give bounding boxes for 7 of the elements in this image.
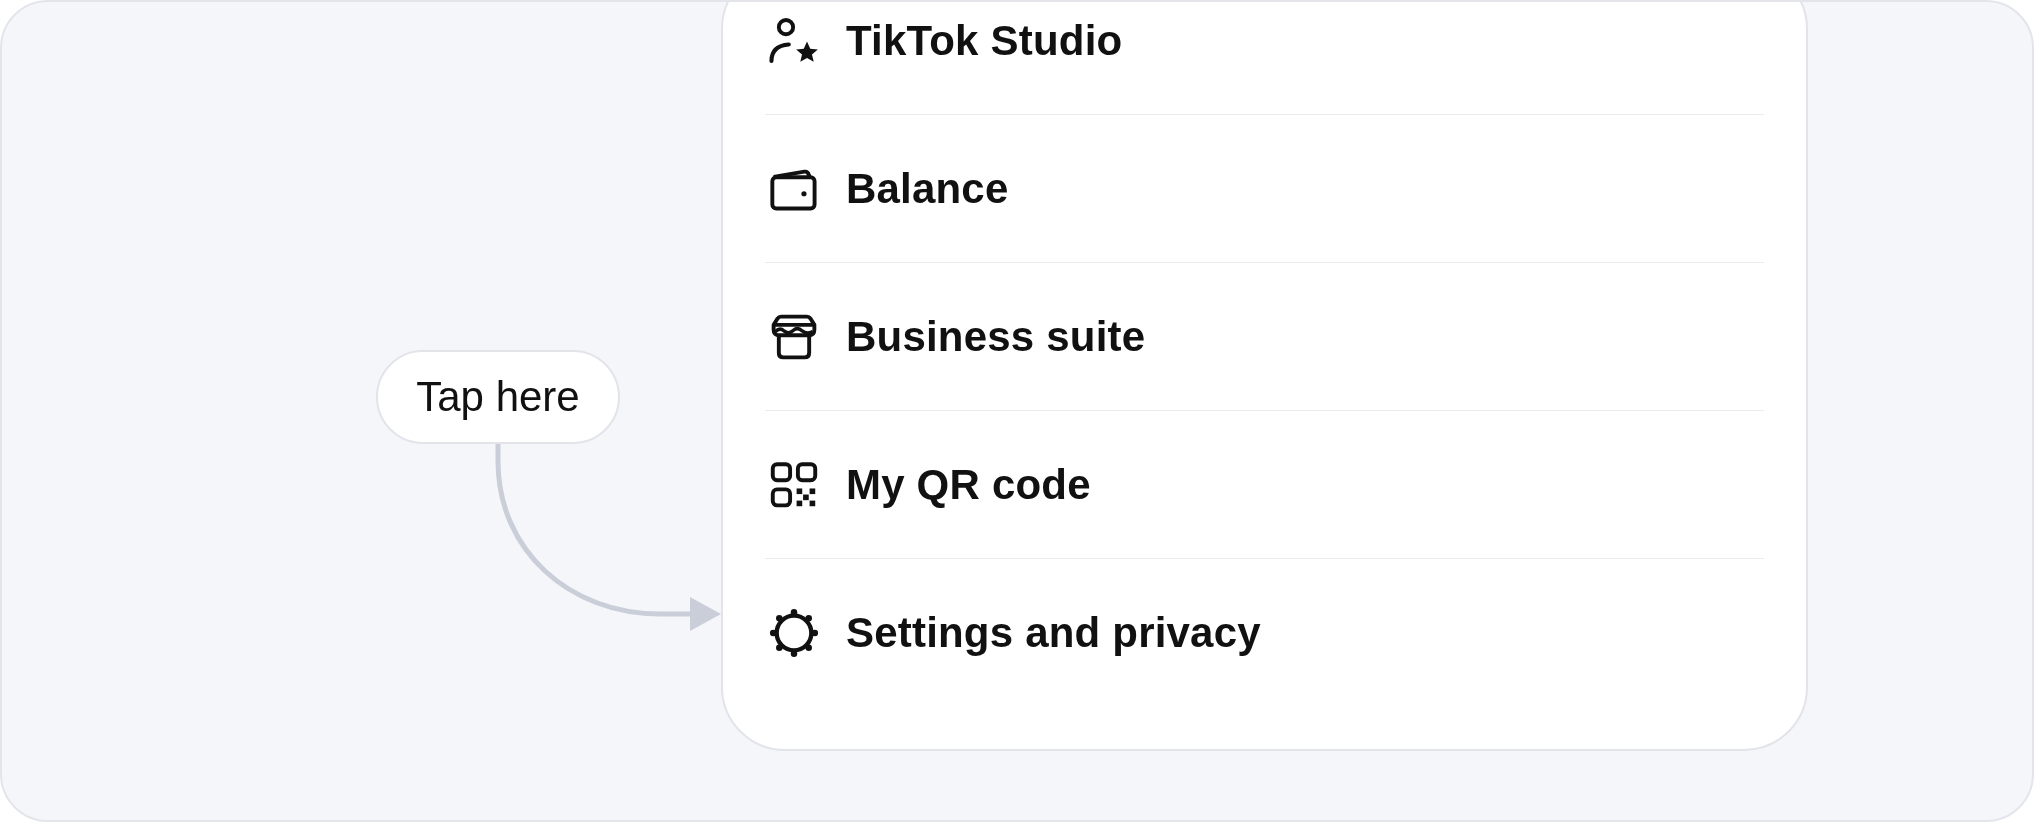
settings-icon: [767, 607, 821, 659]
menu-item[interactable]: TikTok Studio: [765, 2, 1764, 115]
menu-item[interactable]: Business suite: [765, 263, 1764, 411]
menu-item[interactable]: Settings and privacy: [765, 559, 1764, 707]
menu-item[interactable]: My QR code: [765, 411, 1764, 559]
callout-bubble: Tap here: [376, 350, 620, 444]
menu-item[interactable]: Balance: [765, 115, 1764, 263]
